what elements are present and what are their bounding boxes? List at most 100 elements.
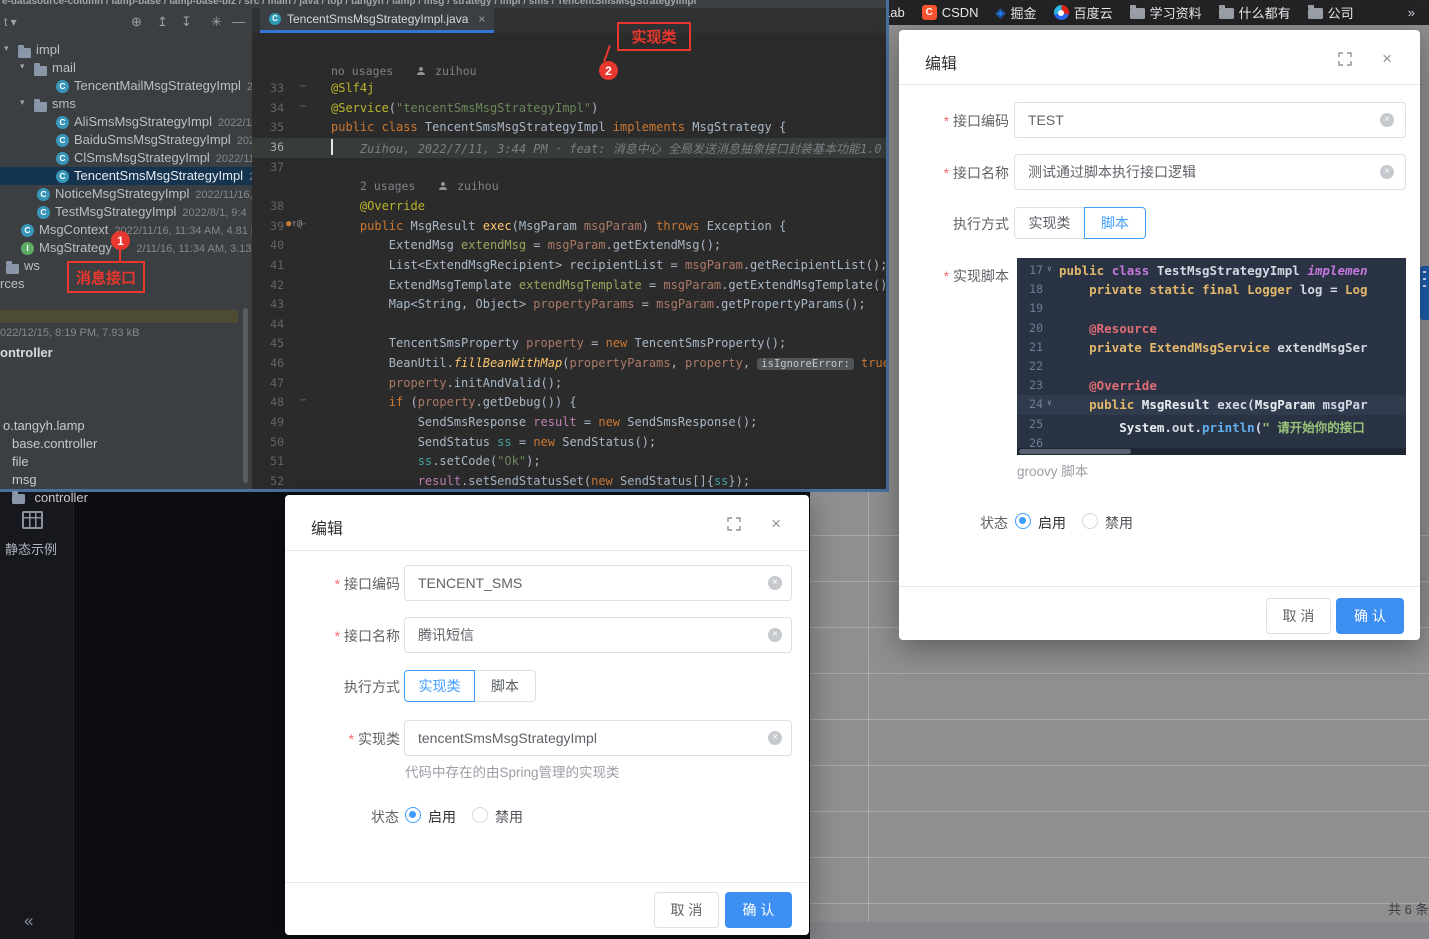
- confirm-button[interactable]: 确 认: [725, 892, 792, 928]
- line-number: 40: [252, 238, 284, 252]
- bookmark-item[interactable]: 百度云: [1054, 3, 1113, 22]
- radio-label[interactable]: 禁用: [1105, 513, 1133, 533]
- code-input[interactable]: TENCENT_SMS: [404, 565, 792, 601]
- script-line-23: 23 @Override: [1017, 376, 1406, 395]
- editor-inlay-hint[interactable]: 2 usages zuihou: [360, 179, 499, 193]
- code-input[interactable]: TEST: [1014, 102, 1406, 138]
- radio-label[interactable]: 启用: [1038, 513, 1066, 533]
- bookmark-item[interactable]: ◈掘金: [996, 3, 1037, 22]
- close-icon[interactable]: ×: [1382, 49, 1392, 69]
- admin-footer-strip: [810, 922, 1429, 939]
- field-label: 状态: [371, 807, 399, 827]
- clear-icon[interactable]: ×: [768, 731, 782, 745]
- project-view-selector[interactable]: t ▾: [4, 15, 17, 29]
- fold-icon[interactable]: ∨: [1047, 398, 1052, 407]
- locate-file-icon[interactable]: ⊕: [131, 14, 142, 30]
- bookmarks-overflow-icon[interactable]: »: [1408, 5, 1415, 20]
- package-item[interactable]: o.tangyh.lamp: [3, 418, 85, 433]
- tree-scrollbar[interactable]: [243, 308, 248, 483]
- close-icon[interactable]: ×: [771, 514, 781, 534]
- tree-item-mail[interactable]: ▾mail: [0, 59, 252, 77]
- bookmark-item[interactable]: CCSDN: [922, 5, 979, 20]
- editor-inlay-hint[interactable]: no usages zuihou: [331, 64, 477, 78]
- clear-icon[interactable]: ×: [1380, 165, 1394, 179]
- code-line-43: 43 Map<String, Object> propertyParams = …: [252, 295, 886, 315]
- exec-mode-script-button[interactable]: 脚本: [474, 670, 536, 702]
- tree-item-TencentSmsMsgStrategyImpl[interactable]: CTencentSmsMsgStrategyImpl2: [0, 167, 252, 185]
- sidebar-collapse-button[interactable]: «: [24, 911, 33, 931]
- tree-item-BaiduSmsMsgStrategyImpl[interactable]: CBaiduSmsMsgStrategyImpl202: [0, 131, 252, 149]
- confirm-button[interactable]: 确 认: [1336, 598, 1404, 634]
- tab-close-icon[interactable]: ×: [478, 12, 485, 26]
- fold-icon[interactable]: ∨: [1047, 264, 1052, 273]
- package-item[interactable]: msg: [12, 472, 37, 487]
- hide-panel-icon[interactable]: —: [232, 14, 245, 29]
- tree-item-controller[interactable]: controller: [12, 490, 88, 509]
- tree-item-AliSmsMsgStrategyImpl[interactable]: CAliSmsMsgStrategyImpl2022/11: [0, 113, 252, 131]
- bookmark-item[interactable]: 公司: [1308, 3, 1354, 22]
- radio-label[interactable]: 禁用: [495, 807, 523, 827]
- folder-icon: [1130, 8, 1145, 19]
- tree-item-ClSmsMsgStrategyImpl[interactable]: CClSmsMsgStrategyImpl2022/11: [0, 149, 252, 167]
- tree-item-impl[interactable]: ▾impl: [0, 41, 252, 59]
- tree-item-label: TencentSmsMsgStrategyImpl2: [74, 168, 252, 183]
- theme-affix-tab[interactable]: [1420, 266, 1429, 320]
- sidebar-item-static-demo[interactable]: 静态示例: [5, 539, 57, 558]
- package-item[interactable]: file: [12, 454, 29, 469]
- tree-item-NoticeMsgStrategyImpl[interactable]: CNoticeMsgStrategyImpl2022/11/16,: [0, 185, 252, 203]
- exec-mode-impl-button[interactable]: 实现类: [1014, 207, 1085, 239]
- package-item[interactable]: base.controller: [12, 436, 97, 451]
- chevron-down-icon[interactable]: ▾: [4, 43, 9, 54]
- fold-icon[interactable]: −: [300, 81, 306, 92]
- name-input[interactable]: 测试通过脚本执行接口逻辑: [1014, 154, 1406, 190]
- exec-mode-impl-button[interactable]: 实现类: [404, 670, 475, 702]
- editor-tab[interactable]: C TencentSmsMsgStrategyImpl.java ×: [260, 8, 494, 33]
- scroll-to-bottom-icon[interactable]: ↧: [181, 14, 192, 30]
- bookmark-item[interactable]: 学习资料: [1130, 3, 1202, 22]
- fold-icon[interactable]: −: [300, 219, 306, 230]
- exec-mode-script-button[interactable]: 脚本: [1084, 207, 1146, 239]
- divider: [285, 882, 809, 883]
- tree-item-sms[interactable]: ▾sms: [0, 95, 252, 113]
- form-row-status: 状态 启用 禁用: [285, 805, 809, 841]
- folder-icon: [12, 494, 25, 504]
- status-disabled-radio[interactable]: [472, 807, 488, 823]
- folder-icon: [1219, 8, 1234, 19]
- folder-icon: [34, 66, 47, 76]
- impl-class-input[interactable]: tencentSmsMsgStrategyImpl: [404, 720, 792, 756]
- gear-icon[interactable]: ✳: [211, 14, 222, 30]
- table-grid-icon: [22, 511, 43, 529]
- fullscreen-icon[interactable]: [727, 517, 741, 531]
- fold-icon[interactable]: −: [300, 395, 306, 406]
- tree-item-TestMsgStrategyImpl[interactable]: CTestMsgStrategyImpl2022/8/1, 9:4: [0, 203, 252, 221]
- chevron-down-icon[interactable]: ▾: [20, 97, 25, 108]
- line-number: 44: [252, 317, 284, 331]
- field-label: 接口名称: [335, 626, 400, 646]
- fullscreen-icon[interactable]: [1338, 52, 1352, 66]
- line-number: 39: [252, 219, 284, 233]
- line-number: 51: [252, 454, 284, 468]
- clear-icon[interactable]: ×: [1380, 113, 1394, 127]
- file-timestamp: 2022/11/16,: [195, 189, 252, 201]
- class-icon: C: [37, 188, 50, 201]
- code-text: @Override: [331, 199, 425, 213]
- chevron-down-icon[interactable]: ▾: [20, 61, 25, 72]
- code-editor[interactable]: no usages zuihou33−@Slf4j34−@Service("te…: [252, 33, 886, 489]
- groovy-script-editor[interactable]: 17∨public class TestMsgStrategyImpl impl…: [1017, 258, 1406, 455]
- fold-icon[interactable]: −: [300, 101, 306, 112]
- form-row-exec-mode: 执行方式 实现类 脚本: [285, 670, 809, 706]
- clear-icon[interactable]: ×: [768, 628, 782, 642]
- status-disabled-radio[interactable]: [1082, 513, 1098, 529]
- radio-label[interactable]: 启用: [428, 807, 456, 827]
- cancel-button[interactable]: 取 消: [654, 892, 719, 928]
- status-enabled-radio[interactable]: [1015, 513, 1031, 529]
- clear-icon[interactable]: ×: [768, 576, 782, 590]
- scroll-to-top-icon[interactable]: ↥: [157, 14, 168, 30]
- cancel-button[interactable]: 取 消: [1266, 598, 1331, 634]
- name-input[interactable]: 腾讯短信: [404, 617, 792, 653]
- class-icon: C: [56, 134, 69, 147]
- bookmark-item[interactable]: 什么都有: [1219, 3, 1291, 22]
- file-timestamp: 2022/8/1, 9:4: [182, 207, 246, 219]
- status-enabled-radio[interactable]: [405, 807, 421, 823]
- tree-item-TencentMailMsgStrategyImpl[interactable]: CTencentMailMsgStrategyImpl2: [0, 77, 252, 95]
